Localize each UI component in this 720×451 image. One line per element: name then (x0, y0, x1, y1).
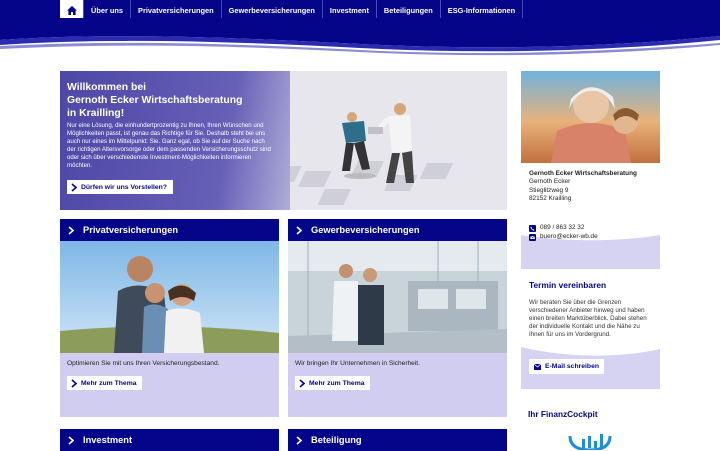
chevron-right-icon (71, 182, 77, 192)
family-image (60, 241, 279, 353)
chevron-right-icon (299, 378, 305, 388)
finanzcockpit-logo-icon[interactable] (568, 432, 612, 450)
chevron-right-icon (71, 378, 77, 388)
introduce-us-button[interactable]: Dürfen wir uns Vorstellen? (67, 180, 173, 194)
hero-title: Willkommen bei Gernoth Ecker Wirtschafts… (67, 81, 277, 120)
factory-workers-image (288, 241, 507, 353)
card-header-gewerbeversicherungen[interactable]: Gewerbeversicherungen (288, 219, 507, 241)
chevron-right-icon (68, 225, 74, 235)
chevron-right-icon (296, 225, 302, 235)
grandparents-photo (521, 71, 660, 163)
hero-description: Nur eine Lösung, die einhundertprozentig… (67, 122, 271, 169)
card-header-privatversicherungen[interactable]: Privatversicherungen (60, 219, 279, 241)
contact-email[interactable]: buero@ecker-wb.de (529, 233, 660, 242)
write-email-button[interactable]: E-Mail schreiben (529, 359, 605, 374)
nav-item-beteiligungen[interactable]: Beteiligungen (377, 0, 441, 20)
contact-person: Gernoth Ecker (529, 178, 571, 186)
nav-item-privatversicherungen[interactable]: Privatversicherungen (131, 0, 222, 20)
appointment-box: Termin vereinbaren Wir beraten Sie über … (521, 271, 660, 389)
header-wave-decoration (0, 18, 720, 56)
contact-street: Stieglitzweg 9 (529, 186, 569, 194)
contact-company: Gernoth Ecker Wirtschaftsberatung (529, 170, 637, 177)
card-header-investment[interactable]: Investment (60, 429, 279, 451)
contact-details: Gernoth Ecker Wirtschaftsberatung Gernot… (521, 163, 660, 269)
nav-item-gewerbeversicherungen[interactable]: Gewerbeversicherungen (222, 0, 323, 20)
nav-item-ueber-uns[interactable]: Über uns (84, 0, 132, 20)
card-title: Beteiligung (311, 435, 362, 445)
card-title: Investment (83, 435, 133, 445)
nav-item-investment[interactable]: Investment (323, 0, 377, 20)
appointment-title: Termin vereinbaren (529, 280, 607, 290)
contact-phone-number: 089 / 863 32 32 (540, 224, 585, 232)
card-header-beteiligung[interactable]: Beteiligung (288, 429, 507, 451)
contact-phone[interactable]: 089 / 863 32 32 (529, 224, 660, 232)
contact-email-address: buero@ecker-wb.de (540, 233, 598, 241)
hero-title-line: in Krailling! (67, 108, 125, 119)
hero-title-line: Gernoth Ecker Wirtschaftsberatung (67, 95, 243, 106)
mail-icon (534, 363, 541, 370)
home-icon (66, 5, 77, 15)
write-email-label: E-Mail schreiben (545, 363, 600, 370)
contact-sidebar: Gernoth Ecker Wirtschaftsberatung Gernot… (521, 71, 660, 269)
introduce-us-label: Dürfen wir uns Vorstellen? (81, 183, 167, 191)
card-gewerbeversicherungen: Gewerbeversicherungen Wir bringen Ihr Un… (288, 219, 507, 417)
more-button-label: Mehr zum Thema (81, 379, 137, 387)
welcome-banner: Willkommen bei Gernoth Ecker Wirtschafts… (60, 71, 507, 210)
phone-icon (529, 224, 536, 232)
more-button-privatversicherungen[interactable]: Mehr zum Thema (67, 376, 142, 390)
home-button[interactable] (60, 0, 84, 20)
chevron-right-icon (68, 435, 74, 445)
card-description: Optimieren Sie mit uns Ihren Versicherun… (67, 360, 220, 367)
appointment-text: Wir beraten Sie über die Grenzen verschi… (529, 299, 647, 339)
chevron-right-icon (296, 435, 302, 445)
finanzcockpit-title: Ihr FinanzCockpit (528, 409, 598, 419)
more-button-gewerbeversicherungen[interactable]: Mehr zum Thema (295, 376, 370, 390)
card-title: Privatversicherungen (83, 225, 179, 235)
nav-item-esg-informationen[interactable]: ESG-Informationen (441, 0, 524, 20)
card-privatversicherungen: Privatversicherungen Optimieren Sie mit … (60, 219, 279, 417)
card-investment: Investment (60, 429, 279, 451)
contact-city: 82152 Krailling (529, 194, 572, 202)
card-title: Gewerbeversicherungen (311, 225, 420, 235)
card-beteiligung: Beteiligung (288, 429, 507, 451)
puzzle-team-image (290, 71, 507, 210)
hero-title-line: Willkommen bei (67, 82, 147, 93)
main-navigation: Über uns Privatversicherungen Gewerbever… (60, 0, 524, 20)
mail-icon (529, 234, 536, 242)
card-description: Wir bringen Ihr Unternehmen in Sicherhei… (295, 360, 420, 367)
more-button-label: Mehr zum Thema (309, 379, 365, 387)
